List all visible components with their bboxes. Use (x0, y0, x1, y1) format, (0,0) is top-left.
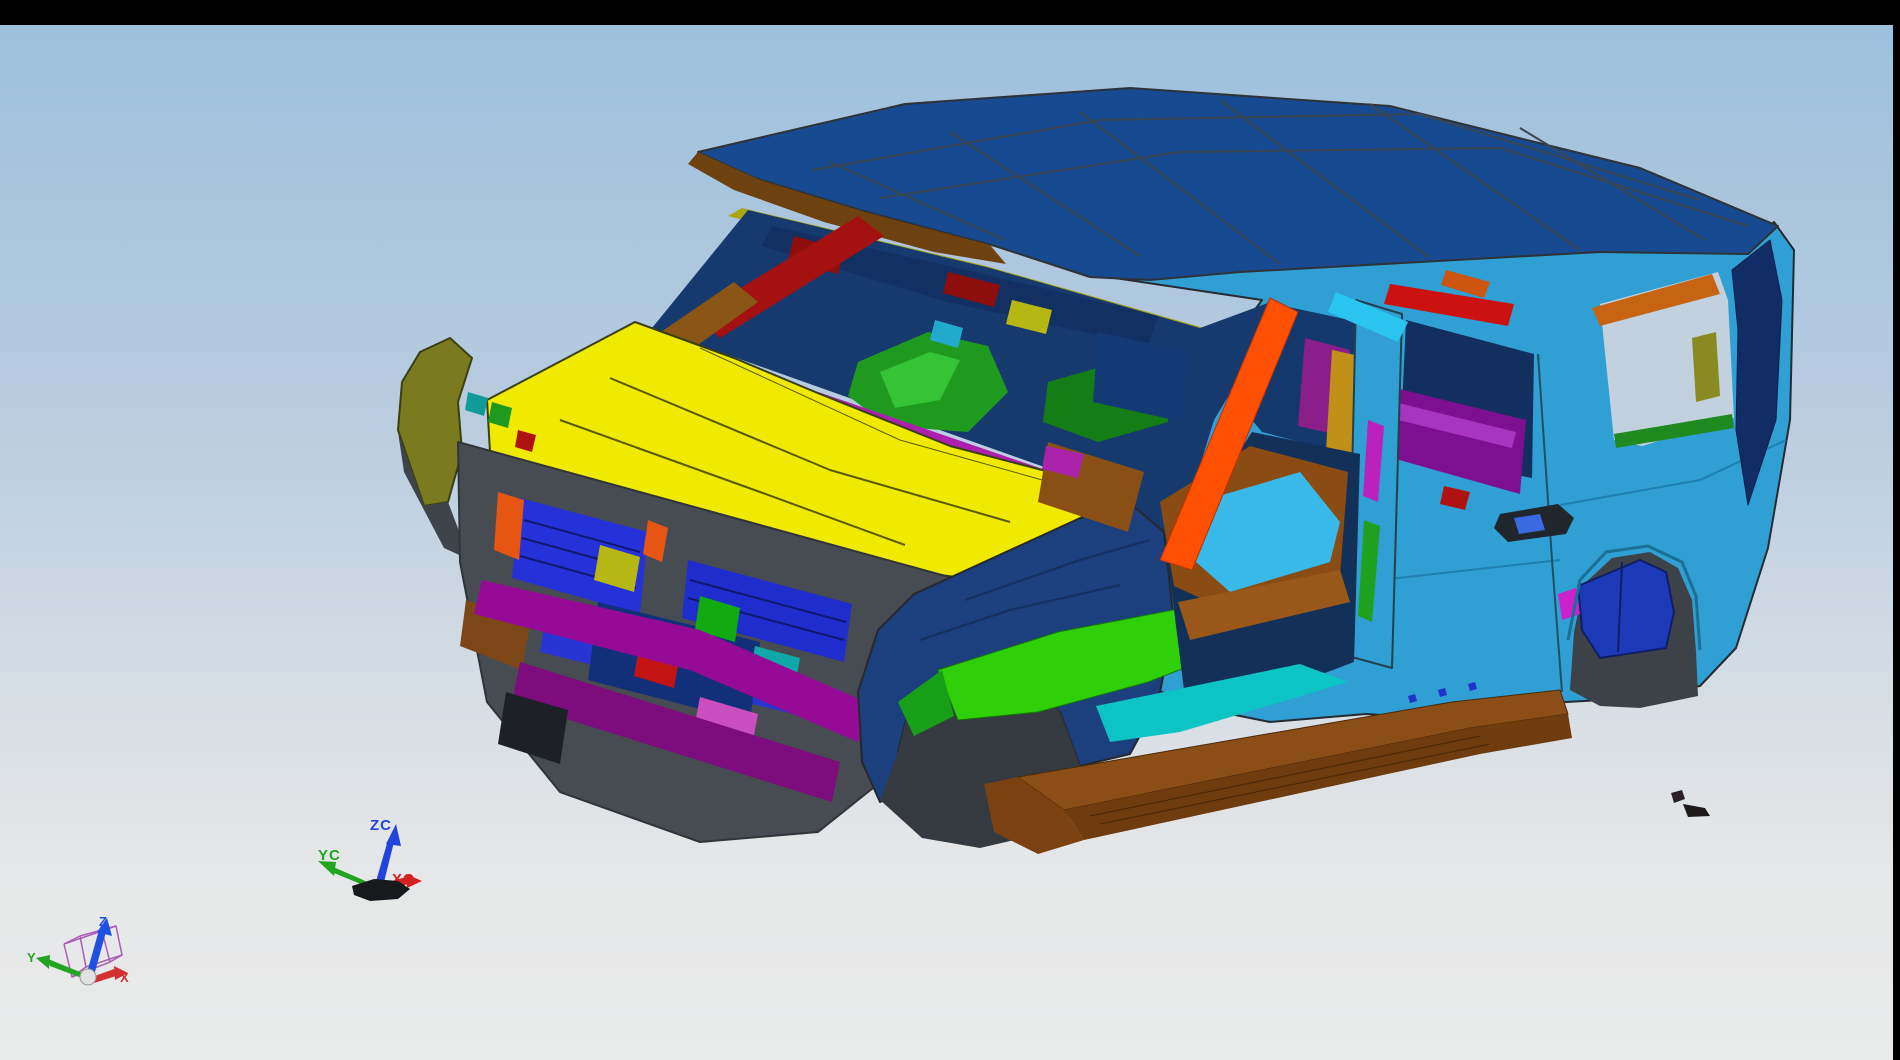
car-body-model[interactable] (398, 88, 1794, 854)
view-y-label: Y (27, 950, 37, 965)
quarter-bracket-olive[interactable] (1692, 332, 1720, 402)
view-y-axis-head[interactable] (36, 955, 50, 969)
top-bar (0, 0, 1900, 25)
view-triad[interactable]: Z Y X (27, 914, 130, 985)
wcs-triad[interactable]: ZC YC XC (318, 817, 422, 901)
cad-application-window: ZC YC XC Z Y X (0, 0, 1900, 1060)
wcs-y-axis-head[interactable] (318, 861, 336, 876)
debris-dot[interactable] (1671, 790, 1685, 803)
debris-streak[interactable] (1683, 804, 1710, 817)
view-origin-sphere[interactable] (80, 969, 96, 985)
right-bar (1893, 0, 1900, 1060)
fender-patch-teal[interactable] (465, 392, 488, 416)
wcs-z-label: ZC (370, 817, 392, 834)
viewport-3d[interactable]: ZC YC XC Z Y X (0, 0, 1900, 1060)
bracket-orange[interactable] (494, 492, 524, 560)
graphics-window[interactable]: ZC YC XC Z Y X (0, 0, 1900, 1060)
